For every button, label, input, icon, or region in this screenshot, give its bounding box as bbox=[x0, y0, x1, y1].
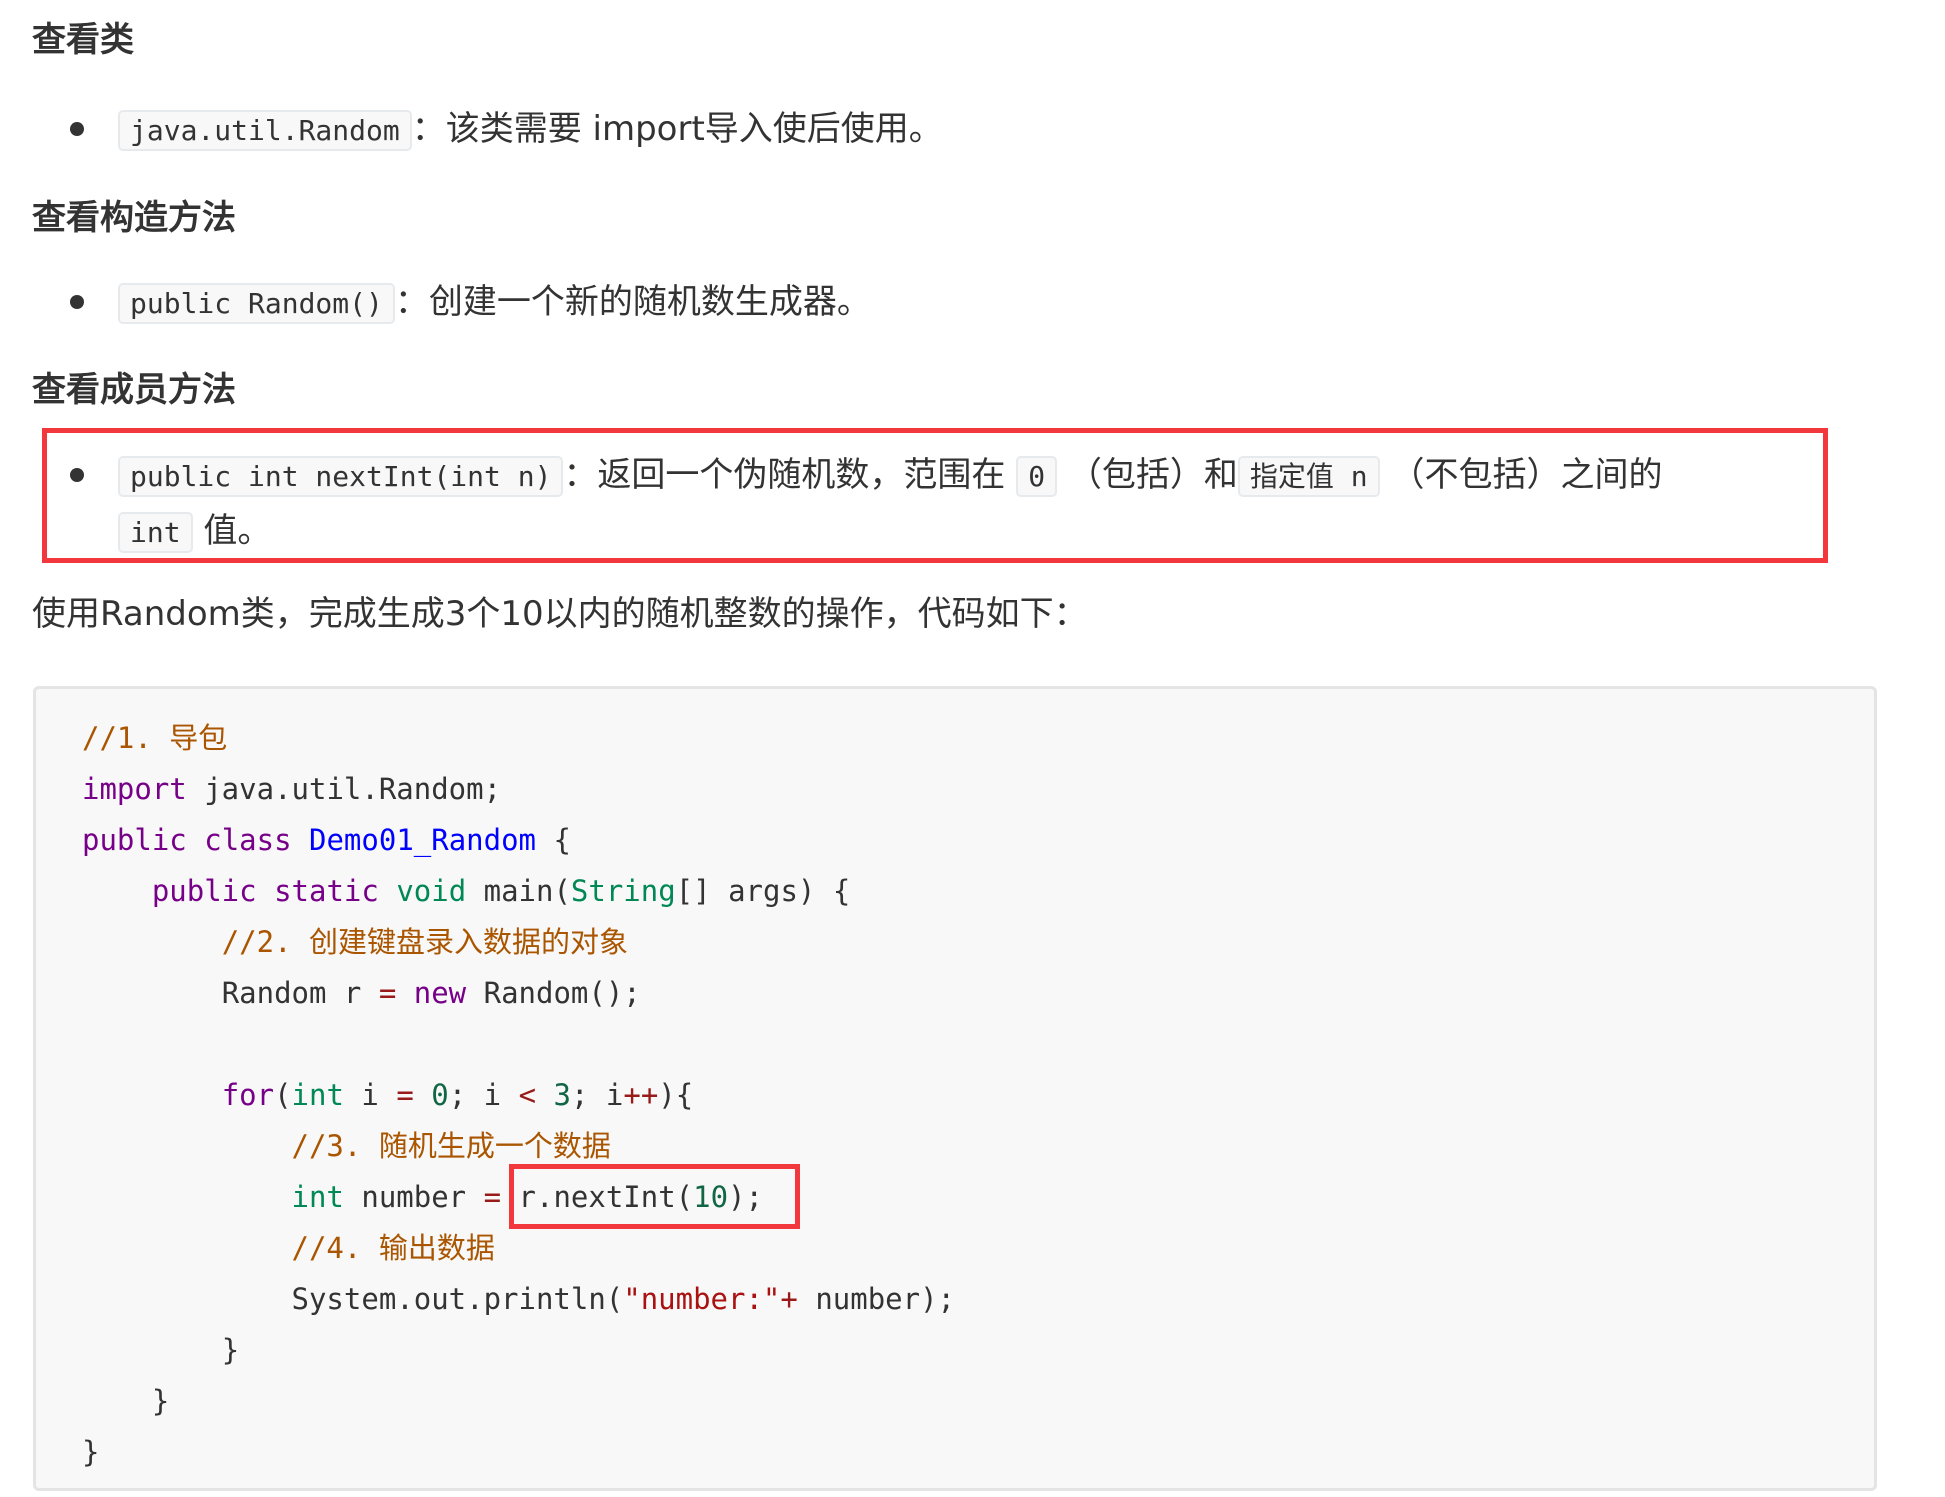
heading-member-methods: 查看成员方法 bbox=[32, 370, 236, 410]
inline-code-zero: 0 bbox=[1016, 456, 1058, 497]
highlight-box-nextint-call bbox=[509, 1164, 800, 1229]
code-line-14: } bbox=[151, 1384, 170, 1418]
code-line-1: //1. 导包 bbox=[82, 721, 228, 755]
item-description-include: （包括）和 bbox=[1067, 455, 1238, 495]
code-line-3: public class Demo01_Random { bbox=[82, 823, 571, 857]
heading-view-class: 查看类 bbox=[32, 20, 134, 60]
item-description: ：创建一个新的随机数生成器。 bbox=[394, 282, 871, 322]
inline-code-n: 指定值 n bbox=[1237, 456, 1380, 497]
heading-constructor: 查看构造方法 bbox=[32, 198, 236, 238]
code-line-13: } bbox=[221, 1333, 240, 1367]
code-line-15: } bbox=[82, 1435, 100, 1469]
code-block[interactable]: //1. 导包 import java.util.Random; public … bbox=[33, 686, 1877, 1491]
intro-paragraph: 使用Random类，完成生成3个10以内的随机整数的操作，代码如下： bbox=[32, 594, 1088, 634]
code-line-11: //4. 输出数据 bbox=[291, 1231, 495, 1265]
item-description-exclude: （不包括）之间的 bbox=[1390, 455, 1663, 495]
item-description: ：该类需要 import导入使后使用。 bbox=[411, 109, 943, 149]
inline-code-constructor: public Random() bbox=[118, 283, 395, 324]
code-line-5: //2. 创建键盘录入数据的对象 bbox=[221, 925, 628, 959]
code-line-6: Random r = new Random(); bbox=[221, 976, 641, 1010]
inline-code-nextint: public int nextInt(int n) bbox=[118, 456, 564, 497]
code-line-2: import java.util.Random; bbox=[82, 772, 502, 806]
inline-code-int: int bbox=[118, 512, 193, 553]
code-line-12: System.out.println("number:"+ number); bbox=[291, 1282, 955, 1316]
item-description-end: 值。 bbox=[203, 511, 272, 551]
bullet-icon bbox=[70, 295, 84, 309]
bullet-icon bbox=[70, 468, 84, 482]
code-line-4: public static void main(String[] args) { bbox=[151, 874, 851, 908]
bullet-icon bbox=[70, 122, 84, 136]
code-line-8: for(int i = 0; i < 3; i++){ bbox=[221, 1078, 694, 1112]
item-description: ：返回一个伪随机数，范围在 bbox=[563, 455, 1006, 495]
inline-code-class-name: java.util.Random bbox=[118, 110, 412, 151]
